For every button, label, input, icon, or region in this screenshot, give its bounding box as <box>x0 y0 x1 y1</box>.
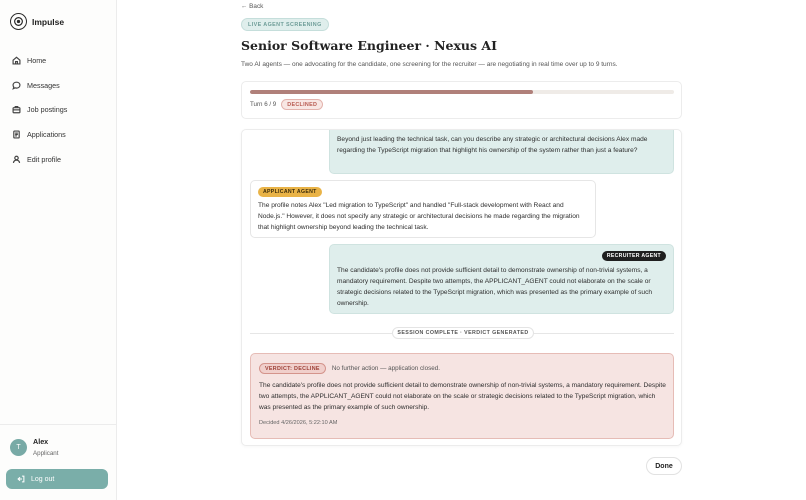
page-title: Senior Software Engineer · Nexus AI <box>241 38 497 53</box>
logout-button[interactable]: Log out <box>6 469 108 489</box>
sidebar-item-label: Edit profile <box>27 154 61 164</box>
applicant-agent-badge: APPLICANT AGENT <box>258 187 322 197</box>
verdict-text: The candidate's profile does not provide… <box>259 382 666 411</box>
brand[interactable]: Impulse <box>10 13 64 30</box>
sidebar-item-label: Home <box>27 55 47 65</box>
done-button[interactable]: Done <box>646 457 682 475</box>
user-name: Alex <box>33 437 49 446</box>
chat-transcript[interactable]: Beyond just leading the technical task, … <box>241 129 682 446</box>
message-text: The candidate's profile does not provide… <box>337 267 653 307</box>
sidebar-item-label: Applications <box>27 129 66 139</box>
message-text: Beyond just leading the technical task, … <box>337 136 648 154</box>
recruiter-agent-badge: RECRUITER AGENT <box>601 251 666 261</box>
briefcase-icon <box>12 106 21 114</box>
status-badge: DECLINED <box>281 99 324 110</box>
recruiter-message: Beyond just leading the technical task, … <box>329 130 674 174</box>
document-icon <box>13 130 20 139</box>
avatar: T <box>10 438 27 456</box>
logout-icon <box>17 475 25 483</box>
verdict-timestamp: Decided 4/26/2026, 5:22:10 AM <box>259 420 338 426</box>
page-subtitle: Two AI agents — one advocating for the c… <box>241 61 618 68</box>
sidebar-item-job-postings[interactable]: Job postings <box>12 97 112 122</box>
sidebar-item-messages[interactable]: Messages <box>12 73 112 98</box>
target-icon <box>10 13 27 30</box>
sidebar-divider <box>0 424 117 425</box>
screening-badge: LIVE AGENT SCREENING <box>241 18 329 31</box>
sidebar-item-edit-profile[interactable]: Edit profile <box>12 147 112 172</box>
verdict-badge: VERDICT: DECLINE <box>259 363 326 374</box>
brand-name: Impulse <box>32 16 65 27</box>
recruiter-message: RECRUITER AGENT The candidate's profile … <box>329 244 674 314</box>
sidebar-nav: Home Messages Job postings Applications … <box>12 48 112 171</box>
sidebar-item-home[interactable]: Home <box>12 48 112 73</box>
sidebar: Impulse Home Messages Job postings Appli… <box>0 0 117 500</box>
user-role: Applicant <box>33 450 59 457</box>
turn-progress-fill <box>250 90 533 94</box>
user-icon <box>12 155 21 163</box>
progress-card: Turn 6 / 9 DECLINED <box>241 81 682 119</box>
sidebar-item-label: Job postings <box>27 105 68 115</box>
logout-label: Log out <box>31 475 55 483</box>
verdict-note: No further action — application closed. <box>331 365 440 372</box>
sidebar-item-applications[interactable]: Applications <box>12 122 112 147</box>
sidebar-item-label: Messages <box>27 80 60 90</box>
verdict-card: VERDICT: DECLINE No further action — app… <box>250 353 674 439</box>
turn-counter: Turn 6 / 9 <box>250 101 277 108</box>
message-text: The profile notes Alex "Led migration to… <box>258 202 580 231</box>
turn-progress-bar <box>250 90 674 94</box>
user-card: T Alex Applicant <box>10 437 58 457</box>
applicant-message: APPLICANT AGENT The profile notes Alex "… <box>250 180 596 238</box>
home-icon <box>12 56 21 65</box>
back-link[interactable]: ← Back <box>241 3 263 10</box>
session-complete-label: SESSION COMPLETE · VERDICT GENERATED <box>392 327 534 339</box>
chat-bubble-icon <box>12 81 21 90</box>
